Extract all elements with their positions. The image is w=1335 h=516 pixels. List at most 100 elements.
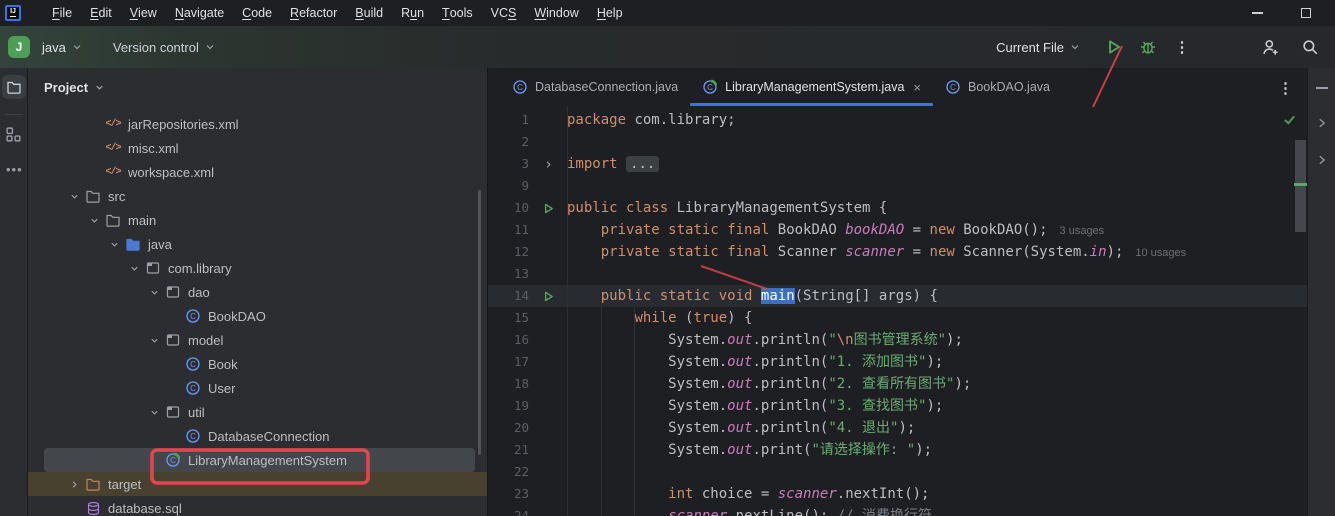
code-line-2: 2 [488, 131, 1307, 153]
menu-view[interactable]: View [121, 0, 166, 26]
line-number: 16 [513, 332, 529, 347]
menu-help[interactable]: Help [588, 0, 632, 26]
project-widget[interactable]: java [36, 36, 89, 59]
tab-bookdao-java[interactable]: C BookDAO.java [933, 68, 1062, 106]
tree-item-target[interactable]: target [28, 472, 487, 496]
tree-item-bookdao[interactable]: C BookDAO [28, 304, 487, 328]
tree-item-label: main [128, 212, 157, 228]
menu-run[interactable]: Run [392, 0, 433, 26]
run-config-selector[interactable]: Current File [990, 36, 1087, 59]
project-panel-header[interactable]: Project [28, 68, 487, 106]
chevron-down-icon[interactable] [84, 212, 104, 228]
menu-build[interactable]: Build [346, 0, 392, 26]
tree-item-model[interactable]: model [28, 328, 487, 352]
tree-item-java[interactable]: java [28, 232, 487, 256]
gutter-spacer [529, 505, 567, 516]
tab-databaseconnection-java[interactable]: C DatabaseConnection.java [500, 68, 690, 106]
run-icon[interactable] [1101, 34, 1127, 60]
tree-item-librarymanagementsystem[interactable]: C LibraryManagementSystem [28, 448, 487, 472]
tree-item-src[interactable]: src [28, 184, 487, 208]
folder-icon [104, 212, 122, 228]
hide-stripe-icon[interactable] [1316, 87, 1328, 89]
tree-scrollbar[interactable] [478, 190, 481, 455]
xml-icon: </> [105, 118, 121, 130]
chevron-down-icon [73, 45, 81, 50]
fold-icon[interactable] [529, 153, 567, 175]
class-icon: C [186, 381, 200, 395]
menu-window[interactable]: Window [525, 0, 587, 26]
tree-item-user[interactable]: C User [28, 376, 487, 400]
code-editor[interactable]: 1 package com.library; 2 3 import ... 9 10 publ… [488, 106, 1307, 516]
debug-icon[interactable] [1135, 34, 1161, 60]
inspections-ok-icon[interactable] [1282, 112, 1297, 132]
db-icon [84, 500, 102, 516]
add-user-icon[interactable] [1257, 34, 1283, 60]
menu-code[interactable]: Code [233, 0, 281, 26]
gutter-spacer [529, 461, 567, 483]
secondary-tool-button[interactable] [1316, 153, 1328, 172]
tree-item-book[interactable]: C Book [28, 352, 487, 376]
menu-vcs[interactable]: VC S [482, 0, 526, 26]
ide-window: IJ File Edit View Navigate Code Refactor Build… [0, 0, 1335, 516]
maximize-icon[interactable] [1301, 8, 1311, 18]
indent-guide [601, 307, 602, 516]
tree-item-database-sql[interactable]: database.sql [28, 496, 487, 516]
run-gutter-icon[interactable] [529, 197, 567, 219]
gutter-spacer [529, 329, 567, 351]
app-icon[interactable]: IJ [5, 5, 21, 21]
gutter-spacer [529, 175, 567, 197]
search-icon[interactable] [1297, 34, 1323, 60]
vcs-widget[interactable]: Version control [107, 36, 222, 59]
toolbar-left: J java Version control [8, 36, 222, 59]
structure-tool-button[interactable] [5, 126, 22, 148]
run-gutter-icon[interactable] [529, 285, 567, 307]
notifications-tool-button[interactable] [1316, 116, 1328, 135]
usages-hint[interactable]: 3 usages [1060, 225, 1105, 237]
code-text: package com.library; [567, 112, 736, 128]
more-tools-icon[interactable]: ••• [6, 162, 23, 177]
runnable-class-icon: C [702, 79, 718, 95]
line-number: 19 [513, 398, 529, 413]
chevron-down-icon[interactable] [104, 236, 124, 252]
more-actions-icon[interactable]: ⋮ [1169, 34, 1195, 60]
tree-item-workspace-xml[interactable]: </> workspace.xml [28, 160, 487, 184]
tab-librarymanagementsystem-java[interactable]: C LibraryManagementSystem.java × [690, 68, 933, 106]
code-line-21: 21 System.out.print("请选择操作: "); [488, 439, 1307, 461]
class-icon: C [512, 79, 528, 95]
tree-item-label: database.sql [108, 500, 182, 516]
tree-item-util[interactable]: util [28, 400, 487, 424]
chevron-down-icon[interactable] [144, 332, 164, 348]
tree-item-jarrepositories-xml[interactable]: </> jarRepositories.xml [28, 112, 487, 136]
tree-item-misc-xml[interactable]: </> misc.xml [28, 136, 487, 160]
tab-options-icon[interactable]: ⋮ [1278, 79, 1293, 97]
chevron-down-icon[interactable] [144, 404, 164, 420]
project-widget-label: java [42, 39, 66, 55]
tree-item-databaseconnection[interactable]: C DatabaseConnection [28, 424, 487, 448]
minimize-icon[interactable] [1252, 12, 1263, 14]
tree-item-com-library[interactable]: com.library [28, 256, 487, 280]
usages-hint[interactable]: 10 usages [1135, 247, 1186, 259]
chevron-down-icon[interactable] [144, 284, 164, 300]
menu-navigate[interactable]: Navigate [166, 0, 233, 26]
chevron-down-icon[interactable] [124, 260, 144, 276]
avatar[interactable]: J [8, 36, 30, 58]
folded-imports[interactable]: ... [626, 156, 660, 172]
line-number: 17 [513, 354, 529, 369]
close-icon[interactable]: × [913, 80, 921, 95]
gutter-spacer [529, 307, 567, 329]
menu-file[interactable]: File [43, 0, 81, 26]
class-icon: C [946, 80, 960, 94]
tree-item-dao[interactable]: dao [28, 280, 487, 304]
code-line-22: 22 [488, 461, 1307, 483]
menu-edit[interactable]: Edit [81, 0, 121, 26]
chevron-down-icon[interactable] [64, 188, 84, 204]
code-line-10: 10 public class LibraryManagementSystem { [488, 197, 1307, 219]
menu-refactor[interactable]: Refactor [281, 0, 346, 26]
project-tool-button[interactable] [2, 75, 26, 99]
indent-guide [634, 307, 635, 516]
menu-tools[interactable]: Tools [433, 0, 482, 26]
editor-scrollbar[interactable] [1295, 140, 1306, 232]
tree-item-main[interactable]: main [28, 208, 487, 232]
chevron-right-icon[interactable] [64, 476, 84, 492]
